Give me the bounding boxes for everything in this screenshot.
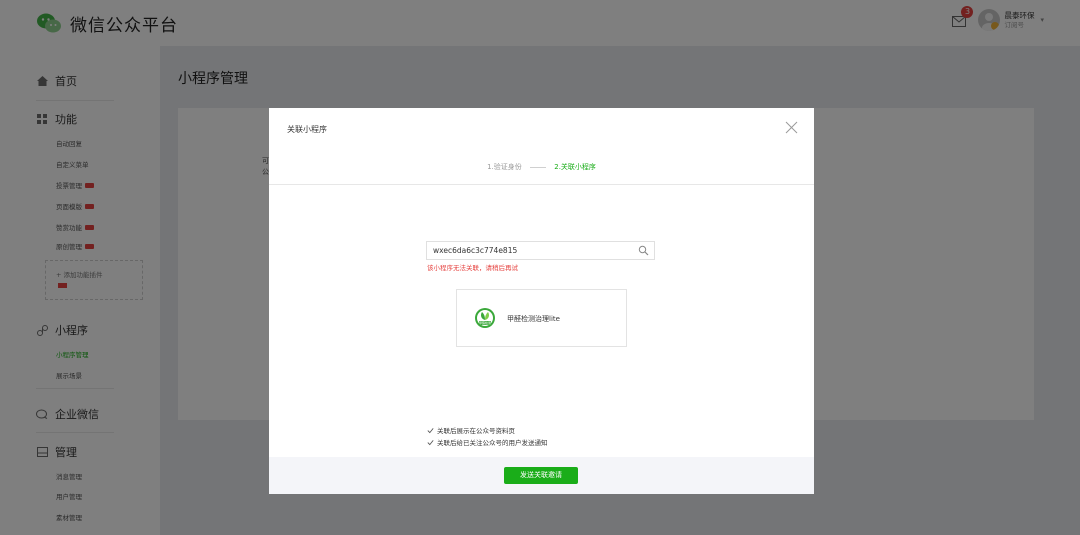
link-miniprogram-dialog: 关联小程序 1.验证身份 2.关联小程序 该小程序无法关联，请稍后再试 甲醛检测…	[269, 108, 814, 494]
appid-search-input[interactable]	[433, 242, 633, 259]
miniprogram-name: 甲醛检测治理lite	[507, 315, 560, 323]
miniprogram-logo: 甲醛检测	[475, 308, 495, 328]
search-icon[interactable]	[638, 245, 649, 256]
miniprogram-result-card[interactable]: 甲醛检测 甲醛检测治理lite	[456, 289, 627, 347]
send-invite-button[interactable]: 发送关联邀请	[504, 467, 578, 484]
notify-followers-checkbox[interactable]: 关联后给已关注公众号的用户发送通知	[427, 437, 548, 447]
step-verify: 1.验证身份	[487, 163, 522, 171]
logo-caption: 甲醛检测	[479, 320, 491, 325]
show-on-profile-checkbox[interactable]: 关联后展示在公众号资料页	[427, 425, 515, 435]
step-connector	[530, 166, 546, 168]
checkbox-label: 关联后给已关注公众号的用户发送通知	[437, 439, 548, 447]
dialog-title: 关联小程序	[287, 125, 327, 134]
step-indicator: 1.验证身份 2.关联小程序	[269, 162, 814, 172]
error-message: 该小程序无法关联，请稍后再试	[427, 264, 518, 272]
close-icon[interactable]	[785, 121, 798, 134]
checkmark-icon	[427, 439, 434, 445]
checkmark-icon	[427, 427, 434, 433]
appid-search-box	[426, 241, 655, 260]
checkbox-label: 关联后展示在公众号资料页	[437, 427, 515, 435]
dialog-divider	[269, 184, 814, 185]
dialog-footer: 发送关联邀请	[269, 457, 814, 494]
step-link: 2.关联小程序	[554, 163, 596, 171]
